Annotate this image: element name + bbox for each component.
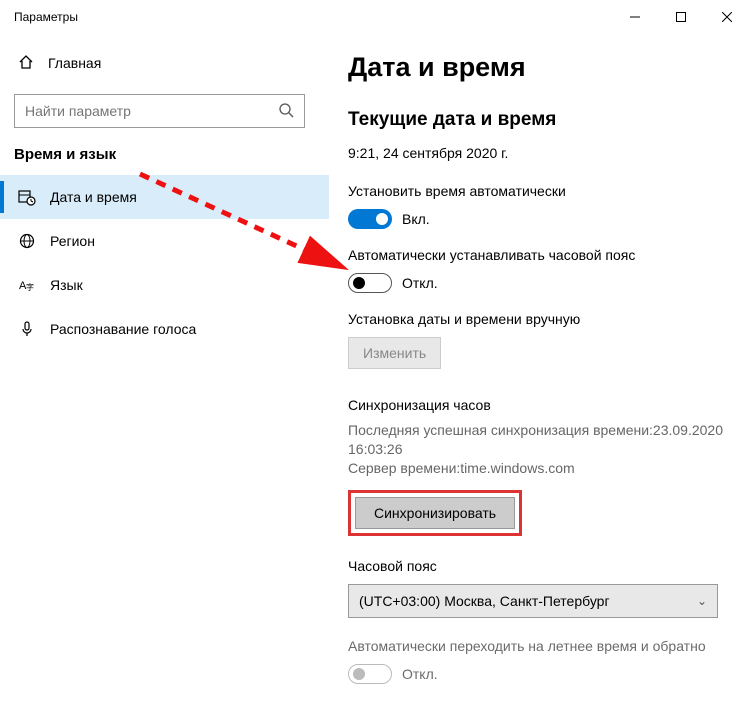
clock-calendar-icon xyxy=(18,188,36,206)
sidebar-item-speech[interactable]: Распознавание голоса xyxy=(0,307,329,351)
close-button[interactable] xyxy=(704,0,750,34)
category-title: Время и язык xyxy=(0,146,329,175)
toggle-state-label: Откл. xyxy=(402,275,438,291)
maximize-button[interactable] xyxy=(658,0,704,34)
svg-text:字: 字 xyxy=(26,282,34,292)
auto-time-label: Установить время автоматически xyxy=(348,183,732,199)
sidebar-item-label: Дата и время xyxy=(50,189,137,205)
timezone-select[interactable]: (UTC+03:00) Москва, Санкт-Петербург ⌄ xyxy=(348,584,718,618)
change-button: Изменить xyxy=(348,337,441,369)
toggle-state-label: Вкл. xyxy=(402,211,430,227)
sidebar-item-language[interactable]: A字 Язык xyxy=(0,263,329,307)
search-input[interactable] xyxy=(25,103,278,119)
dst-toggle xyxy=(348,664,392,684)
timezone-value: (UTC+03:00) Москва, Санкт-Петербург xyxy=(359,593,610,609)
sync-server-text: Сервер времени:time.windows.com xyxy=(348,459,732,478)
sidebar-item-label: Регион xyxy=(50,233,95,249)
sidebar-item-datetime[interactable]: Дата и время xyxy=(0,175,329,219)
search-box[interactable] xyxy=(14,94,305,128)
globe-icon xyxy=(18,233,36,249)
window-title: Параметры xyxy=(14,10,78,24)
dst-label: Автоматически переходить на летнее время… xyxy=(348,638,732,654)
microphone-icon xyxy=(18,321,36,337)
language-icon: A字 xyxy=(18,277,36,293)
tz-heading: Часовой пояс xyxy=(348,558,732,574)
content-pane: Дата и время Текущие дата и время 9:21, … xyxy=(330,34,750,715)
sidebar-item-label: Распознавание голоса xyxy=(50,321,196,337)
sync-heading: Синхронизация часов xyxy=(348,397,732,413)
auto-time-toggle[interactable] xyxy=(348,209,392,229)
sidebar-item-label: Язык xyxy=(50,277,83,293)
home-label: Главная xyxy=(48,55,101,71)
auto-tz-label: Автоматически устанавливать часовой пояс xyxy=(348,247,732,263)
annotation-highlight: Синхронизировать xyxy=(348,490,522,536)
sidebar-item-region[interactable]: Регион xyxy=(0,219,329,263)
page-title: Дата и время xyxy=(348,52,732,83)
titlebar: Параметры xyxy=(0,0,750,34)
home-icon xyxy=(18,54,34,73)
auto-tz-toggle[interactable] xyxy=(348,273,392,293)
current-datetime-heading: Текущие дата и время xyxy=(348,109,732,131)
sync-button[interactable]: Синхронизировать xyxy=(355,497,515,529)
search-icon xyxy=(278,102,294,121)
chevron-down-icon: ⌄ xyxy=(697,594,707,608)
home-nav[interactable]: Главная xyxy=(0,42,329,84)
manual-set-label: Установка даты и времени вручную xyxy=(348,311,732,327)
minimize-button[interactable] xyxy=(612,0,658,34)
current-datetime-value: 9:21, 24 сентября 2020 г. xyxy=(348,145,732,161)
sidebar: Главная Время и язык Дата и время Регион xyxy=(0,34,330,715)
sync-last-text: Последняя успешная синхронизация времени… xyxy=(348,421,732,459)
toggle-state-label: Откл. xyxy=(402,666,438,682)
